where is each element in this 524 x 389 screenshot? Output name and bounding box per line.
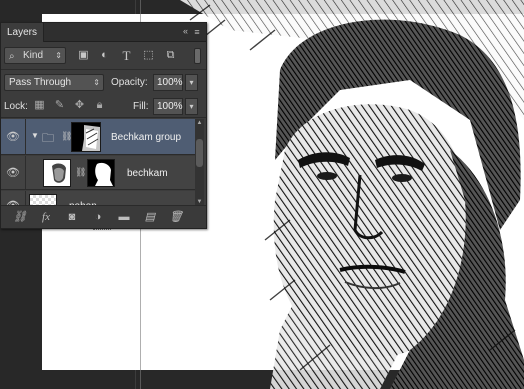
layers-footer: ⛓︎ fx ◙ ◑ ▬ ▤ 🗑︎ bbox=[1, 205, 206, 230]
group-mask-thumbnail[interactable] bbox=[71, 122, 101, 152]
layer-name: Bechkam group bbox=[111, 132, 182, 143]
opacity-label: Opacity: bbox=[111, 77, 148, 88]
new-group-icon[interactable]: ▬ bbox=[117, 210, 131, 224]
layer-filter-row: ⌕ Kind ⇕ ▣ ◐ T ⬚ ⧉ bbox=[1, 45, 206, 67]
opacity-slider-toggle[interactable]: ▾ bbox=[185, 74, 198, 91]
fill-input[interactable]: 100% bbox=[153, 98, 183, 115]
lock-transparency-icon[interactable]: ▦ bbox=[33, 99, 46, 112]
smart-object-filter-icon[interactable]: ⧉ bbox=[164, 49, 177, 62]
layer-row-bechkam-group[interactable]: 👁︎ ▼ 🗀︎ ⛓︎ Bechkam group bbox=[1, 119, 196, 155]
filter-kind-label: Kind bbox=[23, 50, 44, 61]
lock-pixels-icon[interactable]: ✎ bbox=[53, 99, 66, 112]
filter-toggle-switch[interactable] bbox=[194, 48, 201, 64]
lock-row: Lock: ▦ ✎ ✥ 🔒︎ Fill: 100% ▾ bbox=[1, 94, 206, 118]
folder-icon: 🗀︎ bbox=[42, 131, 55, 145]
adjustment-filter-icon[interactable]: ◐ bbox=[98, 49, 111, 62]
visibility-divider bbox=[25, 156, 26, 189]
resize-grip[interactable] bbox=[93, 229, 111, 232]
layer-row-bechkam[interactable]: 👁︎ ⛓︎ bechkam bbox=[1, 156, 196, 190]
tab-layers[interactable]: Layers bbox=[1, 23, 45, 42]
chevron-down-icon: ⇕ bbox=[55, 51, 62, 60]
filter-kind-select[interactable]: ⌕ Kind ⇕ bbox=[4, 47, 66, 64]
visibility-divider bbox=[25, 191, 26, 205]
scroll-up-icon[interactable]: ▲ bbox=[195, 119, 204, 128]
fill-label: Fill: bbox=[133, 101, 149, 112]
shape-filter-icon[interactable]: ⬚ bbox=[142, 49, 155, 62]
add-mask-icon[interactable]: ◙ bbox=[65, 210, 79, 224]
search-icon: ⌕ bbox=[9, 51, 15, 62]
delete-layer-icon[interactable]: 🗑︎ bbox=[169, 210, 183, 224]
link-icon[interactable]: ⛓︎ bbox=[75, 167, 86, 178]
blend-mode-value: Pass Through bbox=[9, 77, 72, 88]
type-filter-icon[interactable]: T bbox=[120, 49, 133, 62]
chevron-down-icon: ⇕ bbox=[93, 78, 100, 87]
panel-tab-bar: Layers « ≡ bbox=[1, 23, 206, 42]
blend-mode-select[interactable]: Pass Through ⇕ bbox=[4, 74, 104, 91]
image-filter-icon[interactable]: ▣ bbox=[77, 49, 90, 62]
lock-position-icon[interactable]: ✥ bbox=[73, 99, 86, 112]
eye-icon[interactable]: 👁︎ bbox=[6, 130, 20, 144]
collapse-panel-icon[interactable]: « bbox=[183, 26, 188, 36]
visibility-divider bbox=[25, 119, 26, 154]
link-layers-icon[interactable]: ⛓︎ bbox=[13, 210, 27, 224]
disclosure-triangle-icon[interactable]: ▼ bbox=[31, 131, 39, 140]
layer-mask-thumbnail[interactable] bbox=[87, 159, 115, 187]
lock-label: Lock: bbox=[4, 101, 28, 112]
fill-slider-toggle[interactable]: ▾ bbox=[185, 98, 198, 115]
scroll-thumb[interactable] bbox=[196, 139, 203, 167]
layer-name: bechkam bbox=[127, 168, 168, 179]
layers-scrollbar[interactable]: ▲ ▼ bbox=[195, 119, 204, 207]
lock-all-icon[interactable]: 🔒︎ bbox=[93, 99, 106, 112]
layer-thumbnail[interactable] bbox=[43, 159, 71, 187]
layers-panel[interactable]: Layers « ≡ ⌕ Kind ⇕ ▣ ◐ T ⬚ ⧉ Pass Throu… bbox=[0, 22, 207, 230]
sketch-portrait-artwork bbox=[180, 0, 524, 389]
fx-icon[interactable]: fx bbox=[39, 210, 53, 224]
photoshop-workspace: Layers « ≡ ⌕ Kind ⇕ ▣ ◐ T ⬚ ⧉ Pass Throu… bbox=[0, 0, 524, 389]
blend-row: Pass Through ⇕ Opacity: 100% ▾ bbox=[1, 69, 206, 93]
layer-row-pohon[interactable]: 👁︎ pohon bbox=[1, 191, 196, 206]
adjustment-layer-icon[interactable]: ◑ bbox=[91, 210, 105, 224]
new-layer-icon[interactable]: ▤ bbox=[143, 210, 157, 224]
panel-menu-icon[interactable]: ≡ bbox=[191, 26, 203, 38]
eye-icon[interactable]: 👁︎ bbox=[6, 166, 20, 180]
opacity-input[interactable]: 100% bbox=[153, 74, 183, 91]
